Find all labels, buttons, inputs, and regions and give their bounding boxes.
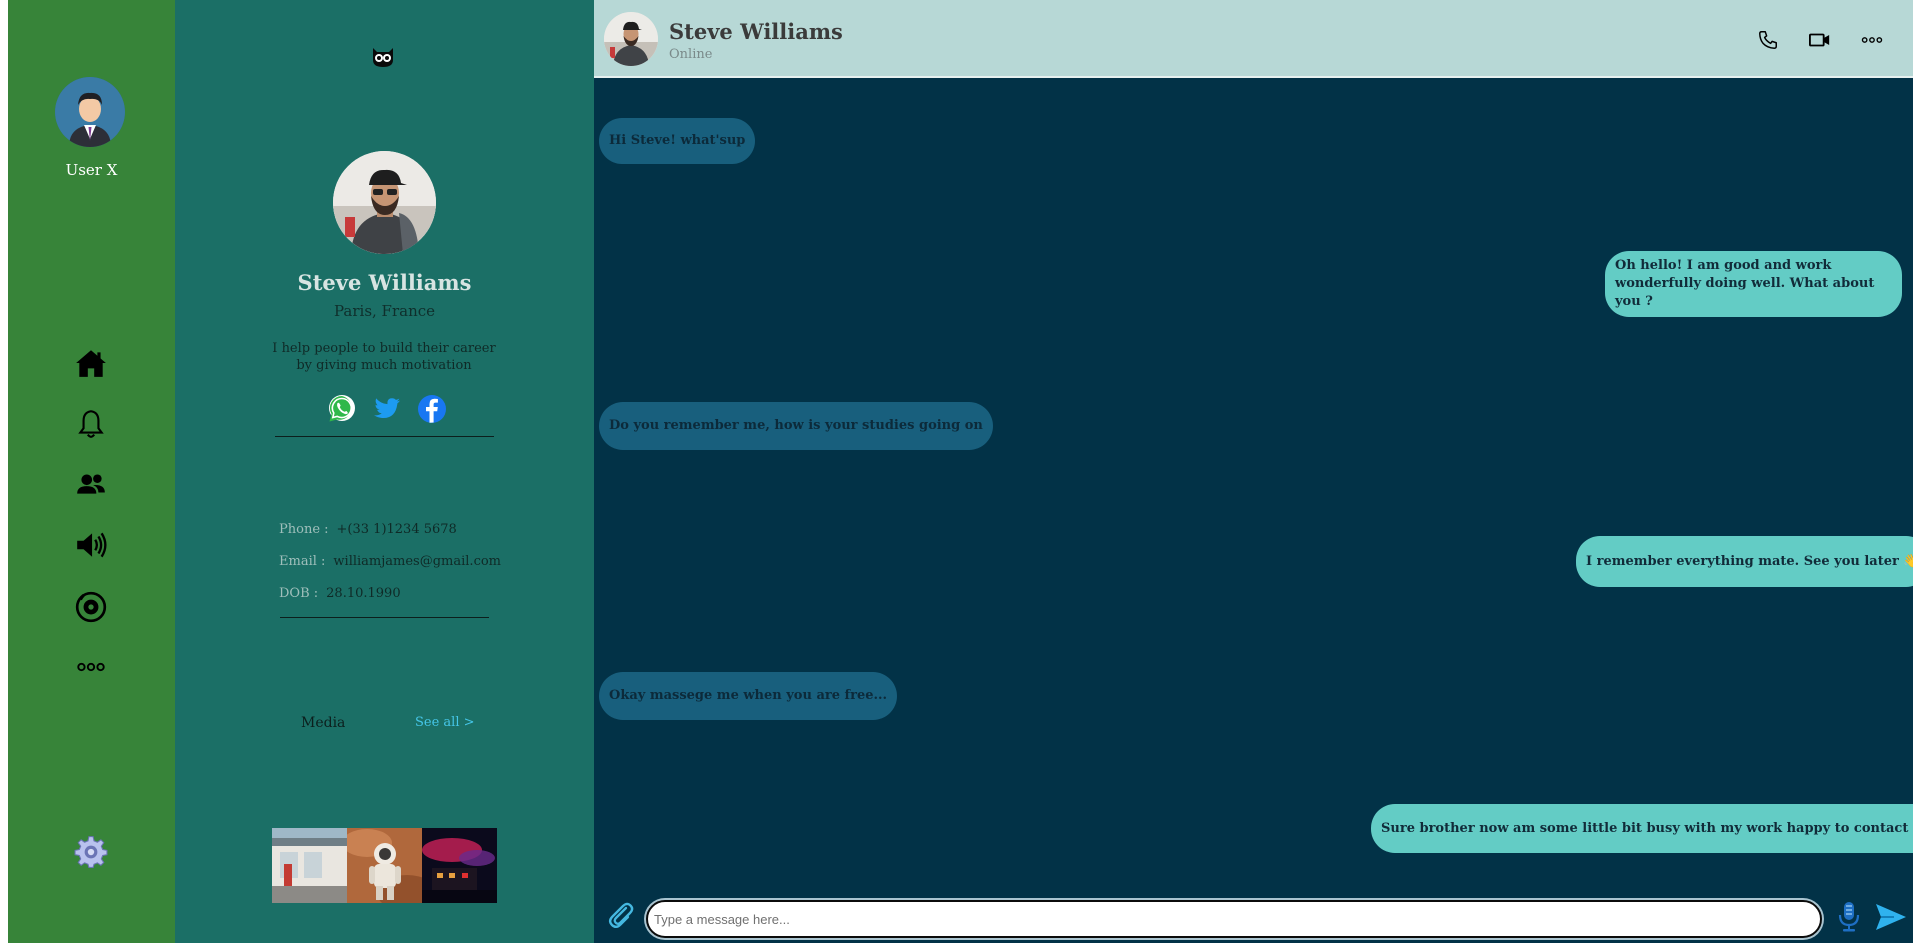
user-avatar[interactable] [55,77,125,147]
media-label: Media [301,715,346,731]
info-divider [280,617,489,618]
send-button[interactable] [1874,902,1908,932]
microphone-icon [1838,902,1860,932]
more-horizontal-icon [1861,37,1883,43]
message-text: Do you remember me, how is your studies … [609,418,983,433]
media-thumb-station[interactable] [272,828,347,903]
phone-icon [1759,31,1777,49]
chat-header: Steve Williams Online [594,0,1913,78]
media-gallery [272,828,498,903]
email-row: Email : williamjames@gmail.com [279,554,501,569]
media-thumb-astronaut[interactable] [347,828,422,903]
message-outgoing[interactable]: Sure brother now am some little bit busy… [1371,804,1920,853]
nav-notifications-button[interactable] [71,404,111,444]
media-thumb-night-building[interactable] [422,828,497,903]
social-links [325,392,449,426]
message-outgoing[interactable]: Oh hello! I am good and work wonderfully… [1605,251,1902,317]
message-incoming[interactable]: Hi Steve! what'sup [599,118,756,164]
dob-value: 28.10.1990 [326,586,401,601]
paperclip-icon [608,902,634,929]
message-text-line: Oh hello! I am good and work [1615,258,1832,273]
profile-divider [275,436,494,437]
message-text: Okay massege me when you are free... [609,688,888,703]
gear-icon [74,836,108,868]
message-composer [594,890,1913,940]
contact-location: Paris, France [333,302,436,320]
nav-audio-button[interactable] [71,525,111,565]
phone-label: Phone : [279,522,329,537]
contact-bio: I help people to build their career by g… [272,341,496,373]
message-text: I remember everything mate. See you late… [1586,553,1920,569]
more-horizontal-icon [77,662,105,672]
nav-home-button[interactable] [71,343,111,383]
settings-button[interactable] [71,832,111,872]
owl-icon [370,46,396,68]
nav-more-button[interactable] [71,647,111,687]
dob-label: DOB : [279,586,319,601]
message-outgoing[interactable]: I remember everything mate. See you late… [1576,536,1920,587]
chat-panel: Steve Williams Online Hi Steve! what'sup… [594,0,1920,943]
facebook-icon[interactable] [415,392,449,426]
video-icon [1808,33,1830,47]
whatsapp-icon[interactable] [325,392,359,426]
phone-row: Phone : +(33 1)1234 5678 [279,522,457,537]
twitter-icon[interactable] [370,392,404,426]
chat-contact-avatar[interactable] [604,12,658,66]
dob-row: DOB : 28.10.1990 [279,586,401,601]
contact-name: Steve Williams [297,270,472,295]
see-all-media-link[interactable]: See all > [415,715,475,730]
message-incoming[interactable]: Okay massege me when you are free... [599,672,898,720]
speaker-icon [77,532,107,558]
chat-options-button[interactable] [1858,26,1886,54]
message-input[interactable] [646,900,1822,938]
message-text-line: wonderfully doing well. What about you ? [1615,276,1875,309]
video-call-button[interactable] [1806,26,1834,54]
nav-contacts-button[interactable] [71,464,111,504]
voice-call-button[interactable] [1754,26,1782,54]
home-icon [76,350,106,377]
message-incoming[interactable]: Do you remember me, how is your studies … [599,402,993,450]
message-text: Hi Steve! what'sup [609,133,746,148]
email-value: williamjames@gmail.com [333,554,501,569]
send-icon [1876,904,1906,930]
chat-contact-status: Online [669,47,713,62]
contact-profile-panel: Steve Williams Paris, France I help peop… [175,0,594,943]
user-name: User X [65,161,118,179]
voice-message-button[interactable] [1834,900,1864,932]
users-icon [77,474,105,494]
message-text: Sure brother now am some little bit busy… [1381,820,1920,836]
disc-icon [75,591,107,623]
contact-photo[interactable] [333,151,436,254]
email-label: Email : [279,554,326,569]
page-edge [1913,0,1920,945]
bell-icon [78,410,104,438]
phone-value: +(33 1)1234 5678 [336,522,457,537]
left-nav: User X [8,0,175,943]
chat-contact-name: Steve Williams [669,19,843,44]
nav-stories-button[interactable] [71,587,111,627]
attach-button[interactable] [606,900,636,930]
